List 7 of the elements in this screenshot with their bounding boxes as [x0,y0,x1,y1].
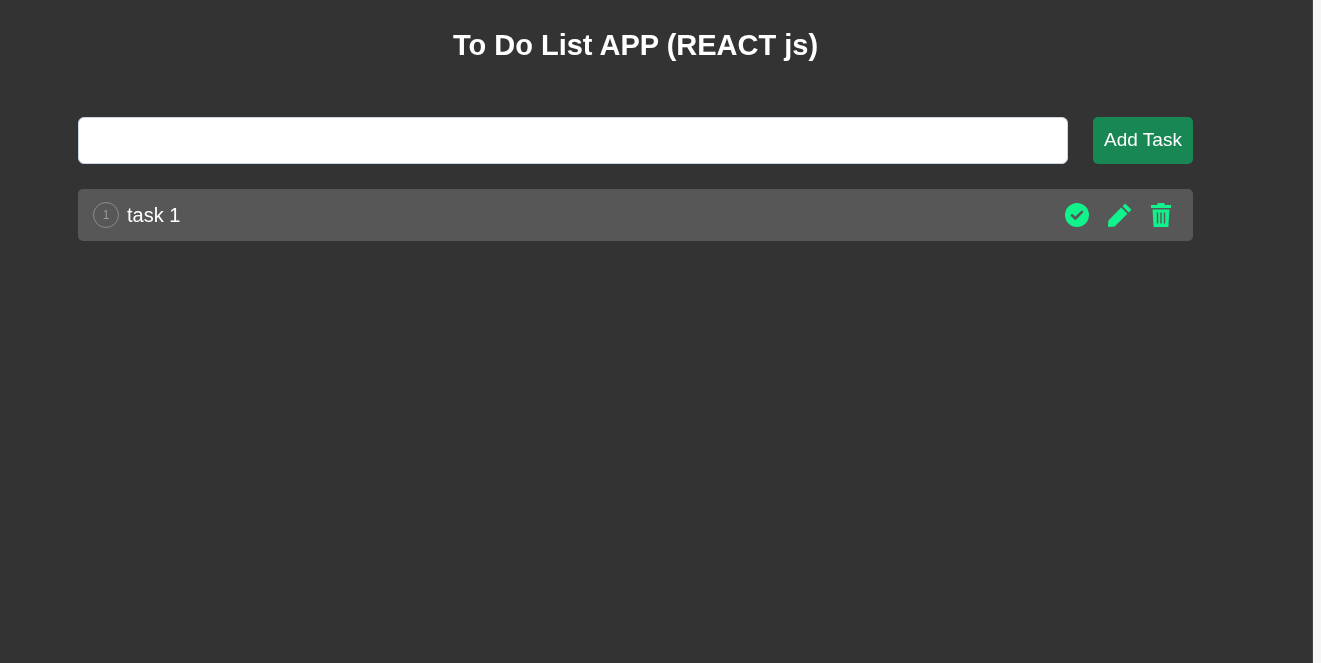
app-title: To Do List APP (REACT js) [451,28,820,63]
trash-icon[interactable] [1151,203,1171,227]
pencil-icon[interactable] [1108,203,1132,227]
task-text: task 1 [127,203,181,228]
task-input-field[interactable] [78,117,1068,164]
check-circle-icon[interactable] [1065,203,1089,227]
add-task-button[interactable]: Add Task [1092,117,1193,164]
